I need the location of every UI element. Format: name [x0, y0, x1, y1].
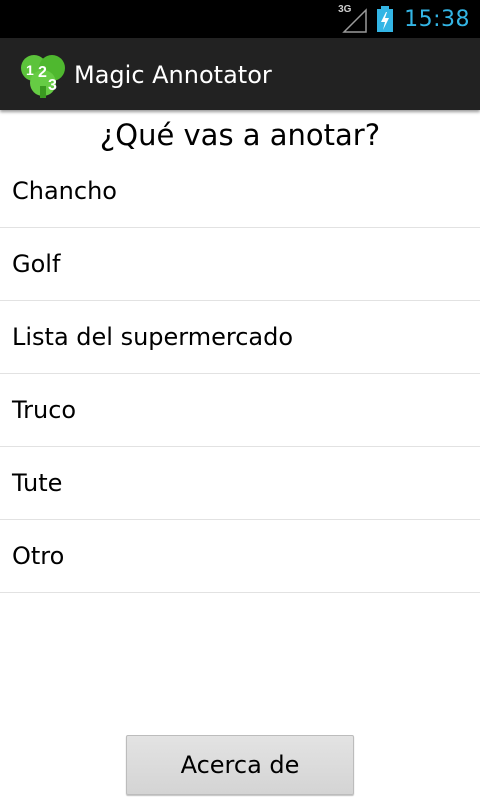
clock: 15:38 — [404, 6, 470, 32]
list-item-label: Tute — [12, 469, 63, 497]
list-item-label: Truco — [12, 396, 77, 424]
list-item-truco[interactable]: Truco — [0, 374, 480, 447]
list-item-supermarket-list[interactable]: Lista del supermercado — [0, 301, 480, 374]
list-item-golf[interactable]: Golf — [0, 228, 480, 301]
battery-charging-icon — [374, 4, 396, 34]
list-item-otro[interactable]: Otro — [0, 520, 480, 593]
svg-text:1: 1 — [26, 62, 34, 78]
list-item-label: Golf — [12, 250, 61, 278]
app-logo-icon[interactable]: 1 2 3 — [18, 50, 68, 100]
action-bar: 1 2 3 Magic Annotator — [0, 38, 480, 110]
status-icons: 3G 15:38 — [338, 0, 480, 38]
list-item-label: Lista del supermercado — [12, 323, 294, 351]
list-item-label: Otro — [12, 542, 65, 570]
page-heading: ¿Qué vas a anotar? — [99, 118, 381, 152]
app-title: Magic Annotator — [74, 61, 272, 89]
list-item-tute[interactable]: Tute — [0, 447, 480, 520]
annotation-type-list: Chancho Golf Lista del supermercado Truc… — [0, 155, 480, 593]
about-button[interactable]: Acerca de — [126, 735, 354, 795]
svg-text:2: 2 — [38, 64, 47, 81]
list-item-chancho[interactable]: Chancho — [0, 155, 480, 228]
signal-icon: 3G — [338, 4, 368, 34]
status-bar: 3G 15:38 — [0, 0, 480, 38]
network-type-label: 3G — [338, 4, 352, 15]
list-item-label: Chancho — [12, 177, 117, 205]
svg-text:3: 3 — [48, 77, 57, 94]
